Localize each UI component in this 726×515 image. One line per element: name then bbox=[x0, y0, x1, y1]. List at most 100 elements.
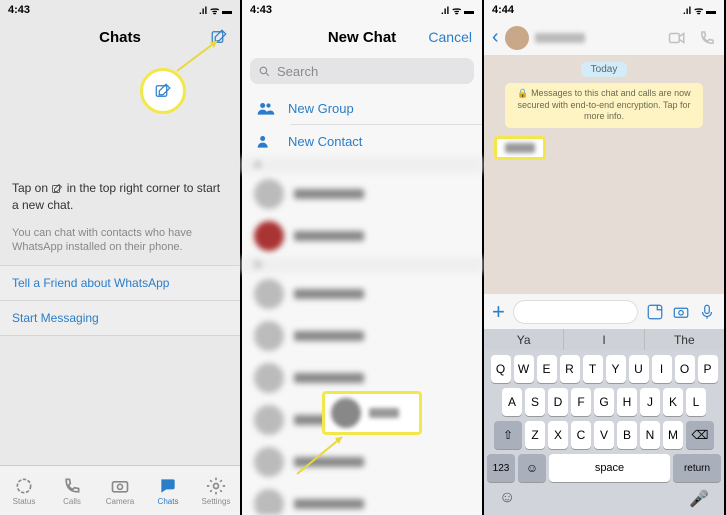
key[interactable]: E bbox=[537, 355, 557, 383]
key[interactable]: M bbox=[663, 421, 683, 449]
cancel-button[interactable]: Cancel bbox=[428, 29, 472, 45]
emoji-key[interactable]: ☺ bbox=[518, 454, 546, 482]
suggestion[interactable]: The bbox=[645, 329, 724, 350]
encryption-text: Messages to this chat and calls are now … bbox=[518, 88, 691, 121]
start-messaging-link[interactable]: Start Messaging bbox=[0, 300, 240, 336]
contact-name-blur[interactable] bbox=[535, 33, 585, 43]
tab-calls[interactable]: Calls bbox=[48, 466, 96, 515]
new-chat-title: New Chat bbox=[328, 29, 396, 46]
new-group-button[interactable]: New Group bbox=[242, 92, 482, 124]
screen-conversation: 4:44 .ıl ᯤ ▬ ‹ Today 🔒 Messages to this … bbox=[484, 0, 726, 515]
hint-text: Tap on in the top right corner to start … bbox=[0, 174, 240, 220]
tab-settings[interactable]: Settings bbox=[192, 466, 240, 515]
search-placeholder: Search bbox=[277, 64, 318, 79]
status-time: 4:44 bbox=[492, 4, 514, 16]
dictation-icon[interactable]: 🎤 bbox=[689, 489, 709, 509]
status-time: 4:43 bbox=[250, 4, 272, 16]
new-contact-button[interactable]: New Contact bbox=[242, 125, 482, 157]
tab-status[interactable]: Status bbox=[0, 466, 48, 515]
encryption-notice[interactable]: 🔒 Messages to this chat and calls are no… bbox=[505, 83, 703, 128]
space-key[interactable]: space bbox=[549, 454, 670, 482]
action-label: New Group bbox=[288, 101, 354, 116]
key[interactable]: B bbox=[617, 421, 637, 449]
status-icons: .ıl ᯤ ▬ bbox=[683, 3, 716, 17]
key[interactable]: R bbox=[560, 355, 580, 383]
phone-icon bbox=[62, 476, 82, 496]
key[interactable]: J bbox=[640, 388, 660, 416]
emoji-switch-icon[interactable]: ☺ bbox=[499, 489, 515, 509]
key[interactable]: H bbox=[617, 388, 637, 416]
key[interactable]: W bbox=[514, 355, 534, 383]
phone-icon[interactable] bbox=[698, 29, 716, 47]
avatar[interactable] bbox=[505, 26, 529, 50]
tab-camera[interactable]: Camera bbox=[96, 466, 144, 515]
hint-pre: Tap on bbox=[12, 181, 51, 195]
contact-row[interactable] bbox=[242, 273, 482, 315]
contact-row[interactable] bbox=[242, 215, 482, 257]
header-actions bbox=[668, 29, 716, 47]
mic-icon[interactable] bbox=[698, 303, 716, 321]
section-header: A bbox=[242, 157, 482, 173]
status-bar: 4:44 .ıl ᯤ ▬ bbox=[484, 0, 724, 20]
message-input-bar: + bbox=[484, 293, 724, 329]
message-highlight[interactable] bbox=[494, 136, 546, 160]
action-label: New Contact bbox=[288, 134, 362, 149]
keyboard: Ya I The QWERTYUIOP ASDFGHJKL ⇧ ZXCVBNM … bbox=[484, 329, 724, 515]
camera-icon[interactable] bbox=[672, 303, 690, 321]
contact-list[interactable]: A D bbox=[242, 157, 482, 515]
key[interactable]: V bbox=[594, 421, 614, 449]
contact-name-blur bbox=[369, 408, 399, 418]
keyboard-bottom: ☺ 🎤 bbox=[487, 487, 721, 509]
key[interactable]: C bbox=[571, 421, 591, 449]
message-input[interactable] bbox=[513, 300, 638, 324]
key-row: 123 ☺ space return bbox=[487, 454, 721, 482]
key[interactable]: A bbox=[502, 388, 522, 416]
suggestion[interactable]: I bbox=[564, 329, 644, 350]
key[interactable]: D bbox=[548, 388, 568, 416]
shift-key[interactable]: ⇧ bbox=[494, 421, 522, 449]
section-header: D bbox=[242, 257, 482, 273]
status-icon bbox=[14, 476, 34, 496]
key[interactable]: G bbox=[594, 388, 614, 416]
video-icon[interactable] bbox=[668, 29, 686, 47]
contact-highlight bbox=[322, 391, 422, 435]
return-key[interactable]: return bbox=[673, 454, 721, 482]
key[interactable]: L bbox=[686, 388, 706, 416]
key[interactable]: P bbox=[698, 355, 718, 383]
backspace-key[interactable]: ⌫ bbox=[686, 421, 714, 449]
key[interactable]: N bbox=[640, 421, 660, 449]
contact-row[interactable] bbox=[242, 173, 482, 215]
suggestion[interactable]: Ya bbox=[484, 329, 564, 350]
key[interactable]: F bbox=[571, 388, 591, 416]
key[interactable]: O bbox=[675, 355, 695, 383]
add-contact-icon bbox=[256, 133, 276, 149]
key-row: QWERTYUIOP bbox=[487, 355, 721, 383]
key[interactable]: U bbox=[629, 355, 649, 383]
key[interactable]: T bbox=[583, 355, 603, 383]
key[interactable]: Y bbox=[606, 355, 626, 383]
status-bar: 4:43 .ıl ᯤ ▬ bbox=[242, 0, 482, 20]
contact-row[interactable] bbox=[242, 483, 482, 515]
key[interactable]: X bbox=[548, 421, 568, 449]
numbers-key[interactable]: 123 bbox=[487, 454, 515, 482]
attach-button[interactable]: + bbox=[492, 299, 505, 325]
camera-icon bbox=[110, 476, 130, 496]
key[interactable]: Q bbox=[491, 355, 511, 383]
key[interactable]: K bbox=[663, 388, 683, 416]
tab-label: Chats bbox=[158, 497, 179, 506]
sticker-icon[interactable] bbox=[646, 303, 664, 321]
tell-friend-link[interactable]: Tell a Friend about WhatsApp bbox=[0, 265, 240, 300]
key[interactable]: Z bbox=[525, 421, 545, 449]
key[interactable]: S bbox=[525, 388, 545, 416]
annotation-arrow bbox=[292, 429, 352, 479]
conversation-header: ‹ bbox=[484, 20, 724, 56]
day-chip: Today bbox=[581, 62, 628, 77]
chat-body[interactable]: Today 🔒 Messages to this chat and calls … bbox=[484, 56, 724, 293]
contact-row[interactable] bbox=[242, 315, 482, 357]
key[interactable]: I bbox=[652, 355, 672, 383]
search-input[interactable]: Search bbox=[250, 58, 474, 84]
back-button[interactable]: ‹ bbox=[492, 26, 499, 49]
contact-row[interactable] bbox=[242, 441, 482, 483]
tab-chats[interactable]: Chats bbox=[144, 466, 192, 515]
key-row: ASDFGHJKL bbox=[487, 388, 721, 416]
